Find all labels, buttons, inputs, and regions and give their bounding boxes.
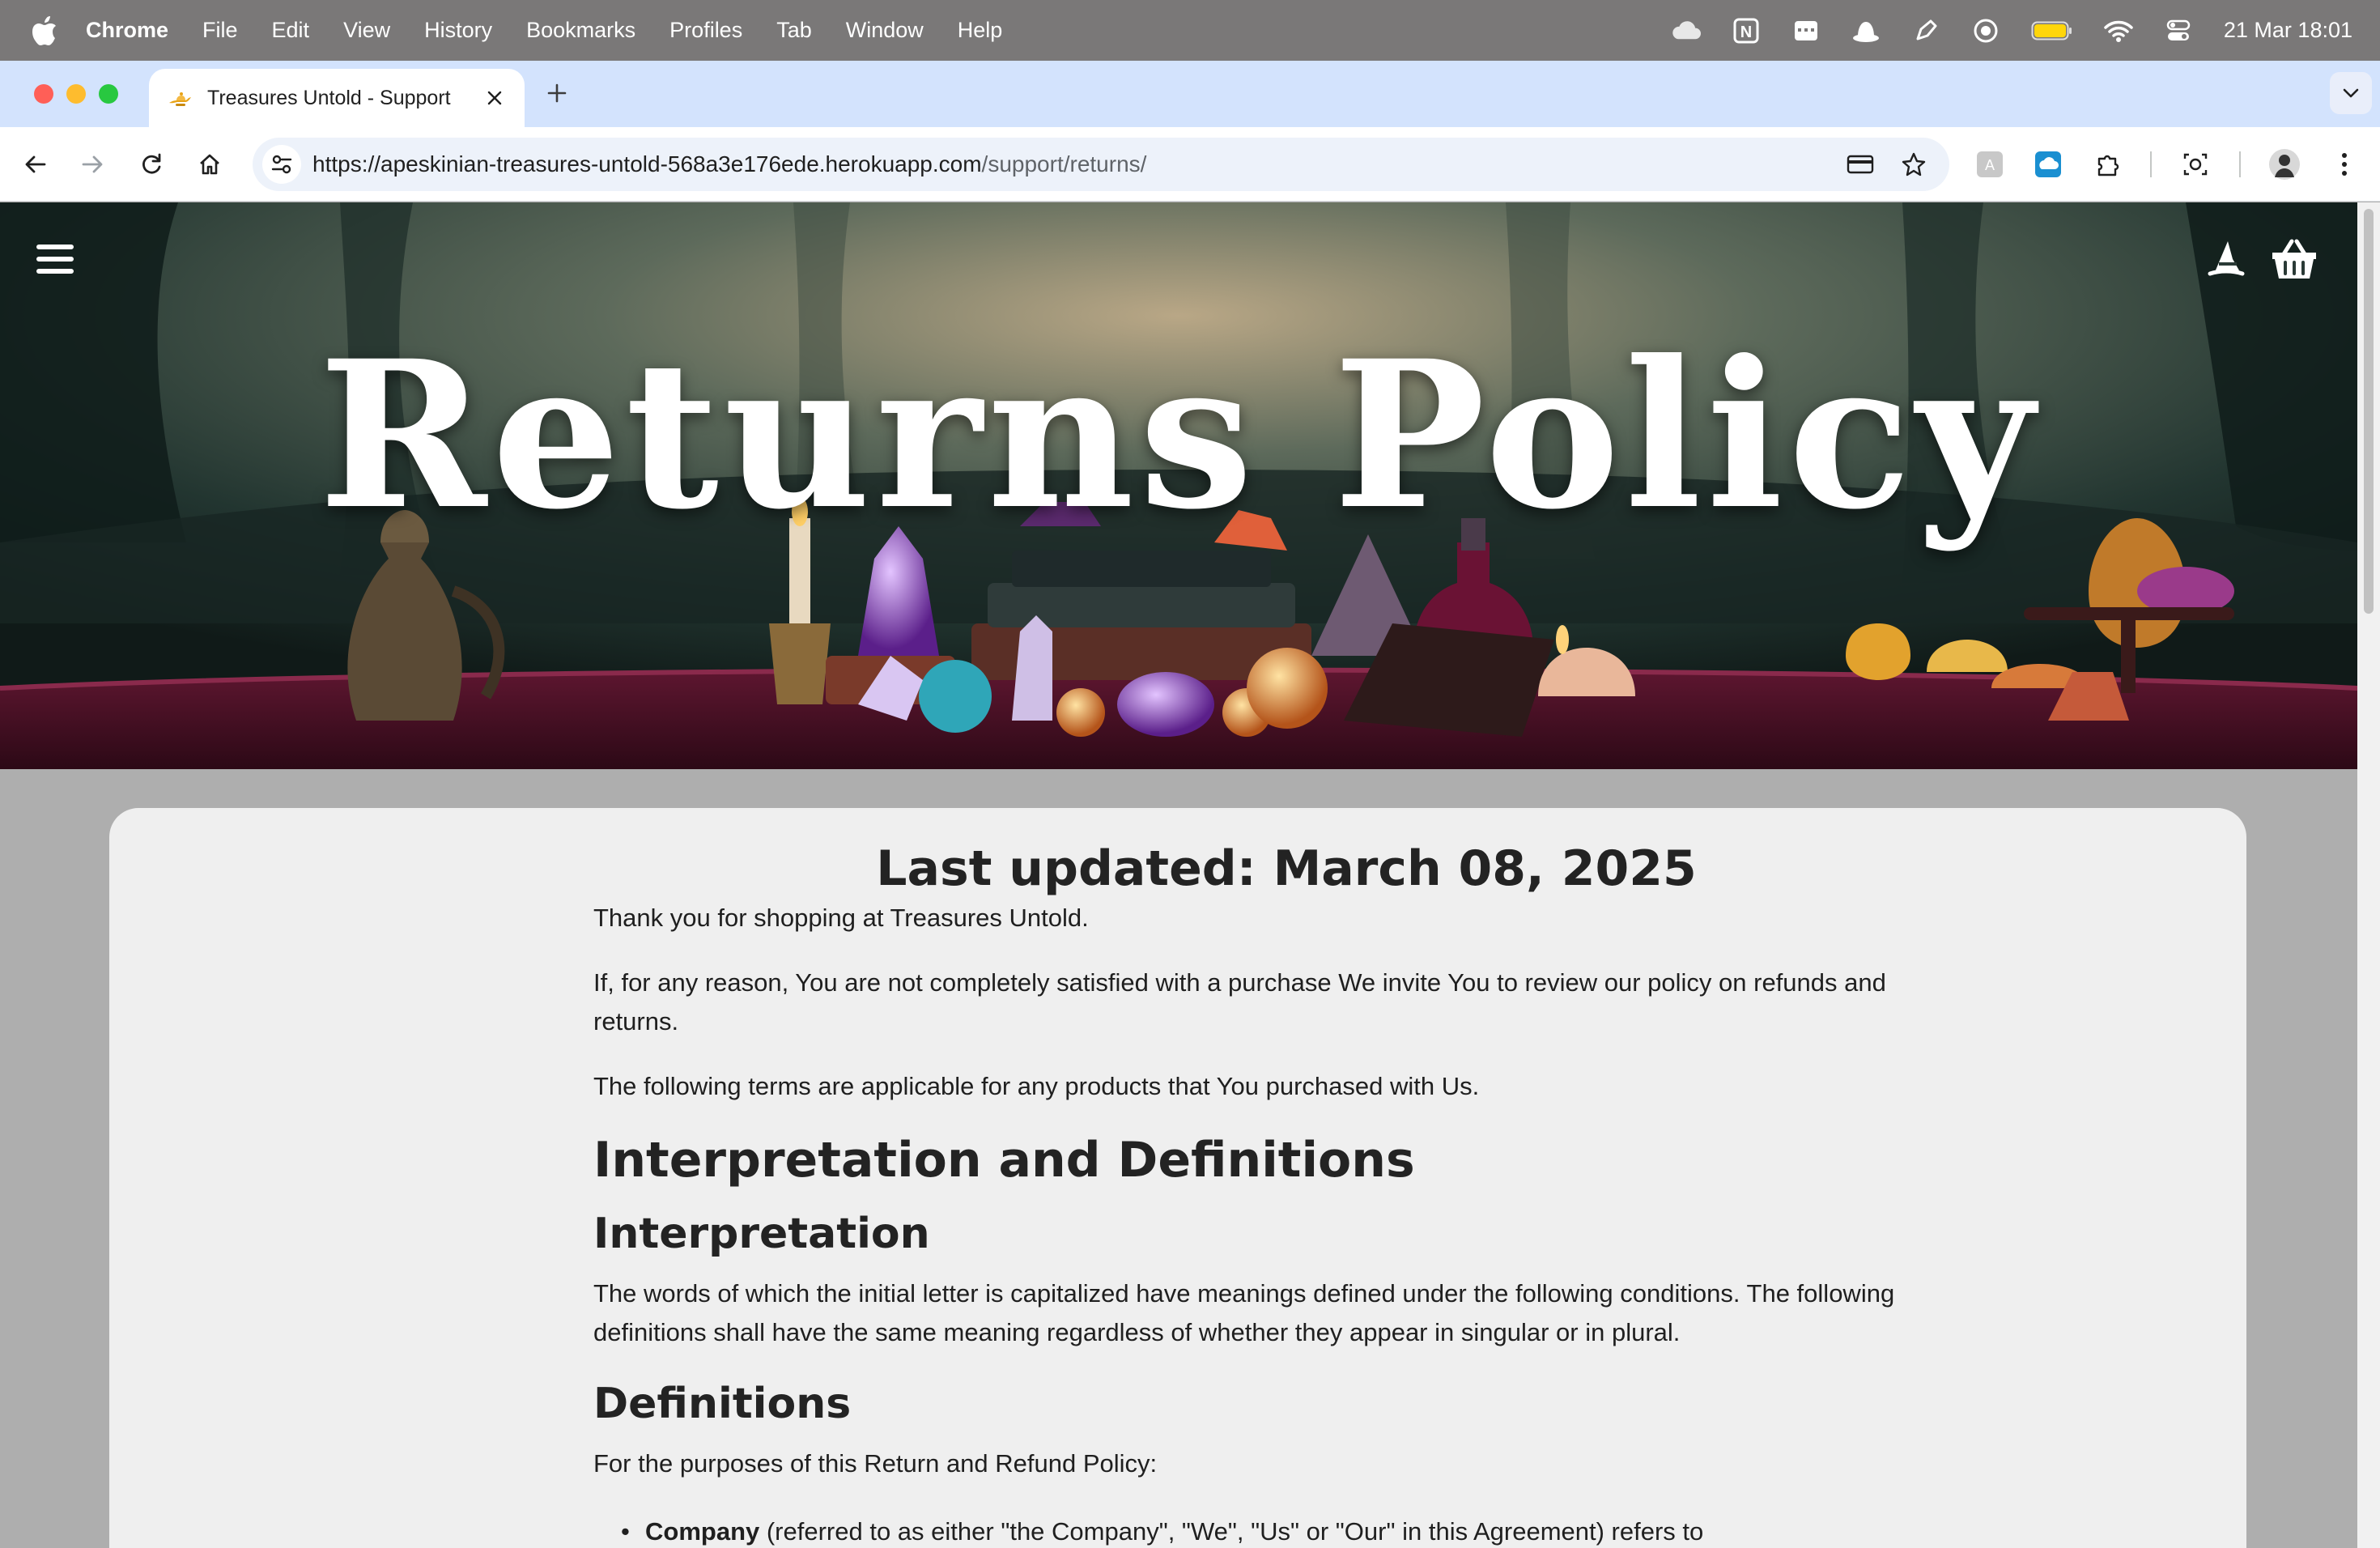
menu-bar-clock[interactable]: 21 Mar 18:01 xyxy=(2224,18,2352,43)
window-close-button[interactable] xyxy=(34,84,53,104)
url-host: https://apeskinian-treasures-untold-568a… xyxy=(312,151,982,176)
menu-bookmarks[interactable]: Bookmarks xyxy=(526,18,635,43)
menu-help[interactable]: Help xyxy=(958,18,1003,43)
hamburger-menu-icon[interactable] xyxy=(29,233,81,285)
shopping-basket-icon[interactable] xyxy=(2268,233,2320,285)
menu-edit[interactable]: Edit xyxy=(272,18,310,43)
calendar-icon[interactable] xyxy=(1791,16,1821,45)
bookmark-star-icon[interactable] xyxy=(1896,147,1932,182)
reload-icon[interactable] xyxy=(134,147,169,182)
menu-view[interactable]: View xyxy=(343,18,390,43)
interpretation-paragraph-line: The words of which the initial letter is… xyxy=(593,1279,1895,1308)
new-tab-plus-icon[interactable] xyxy=(541,77,573,109)
extensions-puzzle-icon[interactable] xyxy=(2092,148,2124,181)
card-payment-icon[interactable] xyxy=(1842,147,1878,182)
macos-menu-bar: Chrome File Edit View History Bookmarks … xyxy=(0,0,2380,61)
intro-paragraph: Thank you for shopping at Treasures Unto… xyxy=(593,904,1089,932)
notion-icon[interactable]: N xyxy=(1732,16,1761,45)
svg-text:N: N xyxy=(1740,23,1752,41)
forward-arrow-icon[interactable] xyxy=(74,147,110,182)
browser-tab-active[interactable]: Treasures Untold - Support xyxy=(149,69,525,127)
site-info-tune-icon[interactable] xyxy=(262,145,301,184)
interpretation-paragraph-line: definitions shall have the same meaning … xyxy=(593,1318,1681,1346)
menu-history[interactable]: History xyxy=(424,18,492,43)
page-scrollbar[interactable] xyxy=(2357,202,2380,1548)
menu-file[interactable]: File xyxy=(202,18,238,43)
battery-icon[interactable] xyxy=(2031,16,2073,45)
svg-text:A: A xyxy=(1985,157,1995,173)
page-viewport: Returns Policy Last updated: March 08, 2… xyxy=(0,202,2380,1548)
definition-list-item: • Company (referred to as either "the Co… xyxy=(621,1512,1704,1548)
intro-paragraph-line: If, for any reason, You are not complete… xyxy=(593,968,1886,997)
cloud-icon[interactable] xyxy=(1672,16,1701,45)
subheading-interpretation: Interpretation xyxy=(593,1210,930,1258)
menu-app-chrome[interactable]: Chrome xyxy=(86,18,168,43)
control-center-icon[interactable] xyxy=(2164,16,2193,45)
hero-banner: Returns Policy xyxy=(0,202,2357,769)
hero-title: Returns Policy xyxy=(318,316,2039,554)
tab-search-chevron-down-icon[interactable] xyxy=(2330,72,2372,114)
url-text[interactable]: https://apeskinian-treasures-untold-568a… xyxy=(312,151,1842,177)
browser-tab-strip: Treasures Untold - Support xyxy=(0,61,2380,127)
home-icon[interactable] xyxy=(192,147,227,182)
toolbar-separator xyxy=(2150,151,2152,177)
menu-profiles[interactable]: Profiles xyxy=(669,18,742,43)
intro-paragraph: The following terms are applicable for a… xyxy=(593,1072,1480,1100)
back-arrow-icon[interactable] xyxy=(18,147,53,182)
intro-paragraph-line: returns. xyxy=(593,1007,679,1036)
tab-title: Treasures Untold - Support xyxy=(207,86,451,109)
browser-toolbar: https://apeskinian-treasures-untold-568a… xyxy=(0,127,2380,202)
chrome-menu-kebab-icon[interactable] xyxy=(2328,148,2361,181)
url-path: /support/returns/ xyxy=(981,151,1147,176)
screenshot-camera-icon[interactable] xyxy=(2179,148,2212,181)
hat-icon[interactable] xyxy=(1851,16,1881,45)
extension-translate-icon[interactable]: A xyxy=(1974,148,2006,181)
bullet-icon: • xyxy=(621,1517,630,1546)
menu-tab[interactable]: Tab xyxy=(776,18,812,43)
focus-icon[interactable] xyxy=(1971,16,2000,45)
menu-window[interactable]: Window xyxy=(846,18,924,43)
window-minimize-button[interactable] xyxy=(66,84,86,104)
wifi-icon[interactable] xyxy=(2104,16,2133,45)
last-updated-heading: Last updated: March 08, 2025 xyxy=(876,840,1697,897)
tab-close-icon[interactable] xyxy=(482,86,507,110)
window-zoom-button[interactable] xyxy=(99,84,118,104)
definition-text: (referred to as either "the Company", "W… xyxy=(759,1517,1704,1546)
definition-term: Company xyxy=(645,1517,760,1546)
section-heading-interpretation-definitions: Interpretation and Definitions xyxy=(593,1132,1415,1189)
definitions-intro: For the purposes of this Return and Refu… xyxy=(593,1449,1158,1478)
wizard-hat-account-icon[interactable] xyxy=(2200,233,2252,285)
genie-lamp-favicon-icon xyxy=(169,92,191,106)
profile-avatar[interactable] xyxy=(2268,148,2301,181)
toolbar-separator xyxy=(2239,151,2241,177)
policy-content-card: Last updated: March 08, 2025 Thank you f… xyxy=(109,808,2246,1548)
subheading-definitions: Definitions xyxy=(593,1380,852,1428)
apple-icon[interactable] xyxy=(31,15,58,47)
extension-cloud-icon[interactable] xyxy=(2032,148,2064,181)
address-bar[interactable]: https://apeskinian-treasures-untold-568a… xyxy=(253,138,1949,191)
pen-icon[interactable] xyxy=(1911,16,1940,45)
scrollbar-thumb[interactable] xyxy=(2364,209,2374,614)
